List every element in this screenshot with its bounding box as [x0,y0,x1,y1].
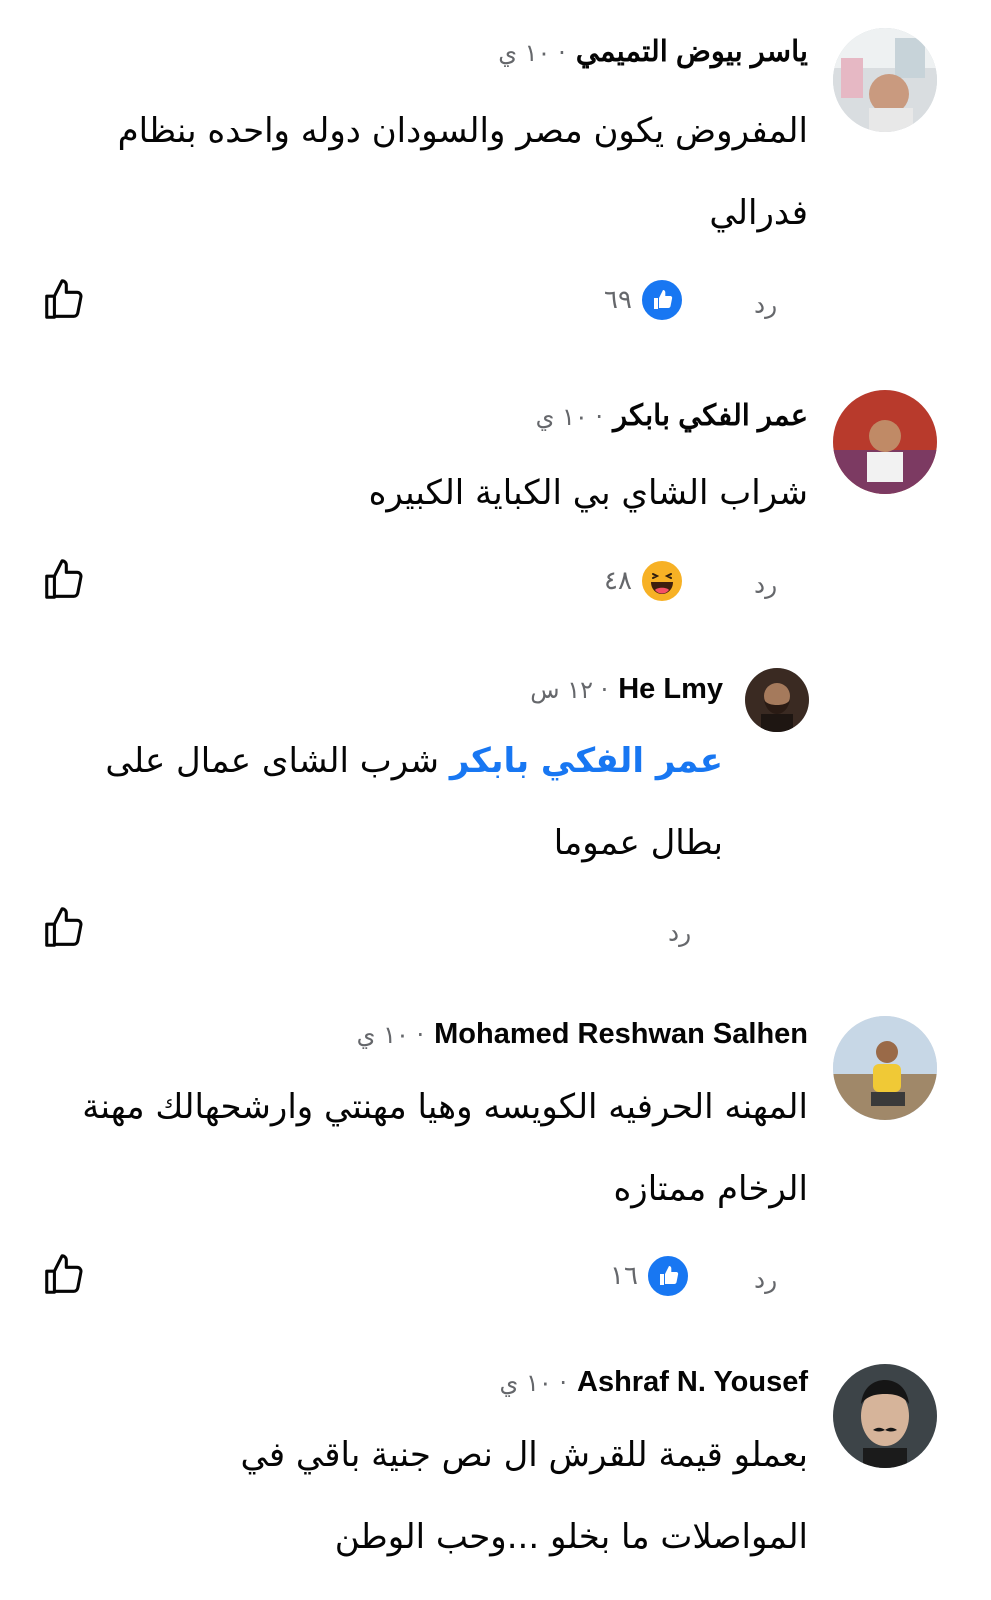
avatar-child-icon [833,390,937,494]
comment-header: Mohamed Reshwan Salhen · ١٠ ي [357,1018,808,1051]
avatar[interactable] [833,1016,937,1120]
reply-button[interactable]: رد [754,290,777,319]
timestamp[interactable]: · ١٠ ي [536,403,603,431]
author-name[interactable]: Ashraf N. Yousef [577,1366,808,1399]
haha-icon [639,559,684,603]
author-name[interactable]: عمر الفكي بابكر [613,398,808,433]
comment-text: بعملو قيمة للقرش ال نص جنية باقي في المو… [240,1435,808,1557]
reaction-count: ١٦ [610,1261,638,1291]
timestamp[interactable]: · ١٠ ي [498,39,565,67]
like-outline-icon[interactable] [41,1252,87,1298]
avatar[interactable] [833,28,937,132]
like-icon [645,1254,690,1298]
avatar-man-room-icon [833,28,937,132]
timestamp[interactable]: · ١٠ ي [357,1021,424,1049]
author-name[interactable]: ياسر بيوض التميمي [576,34,808,69]
avatar[interactable] [833,390,937,494]
comment-text: عمر الفكي بابكر شرب الشاى عمال على بطال … [33,720,723,884]
comment-text: شراب الشاي بي الكباية الكبيره [368,473,808,513]
like-outline-icon[interactable] [41,905,87,951]
reply-button[interactable]: رد [754,570,777,599]
reply-button[interactable]: رد [668,918,691,947]
avatar-bearded-man-icon [745,668,809,732]
reaction-count: ٦٩ [604,285,632,315]
comment-header: He Lmy · ١٢ س [530,673,723,706]
avatar[interactable] [833,1364,937,1468]
timestamp[interactable]: · ١٠ ي [500,1369,567,1397]
reaction-count: ٤٨ [604,566,632,596]
like-icon [639,278,684,322]
author-name[interactable]: He Lmy [618,673,723,706]
avatar-man-mustache-icon [833,1364,937,1468]
comment-text: المفروض يكون مصر والسودان دوله واحده بنظ… [117,111,808,233]
timestamp[interactable]: · ١٢ س [530,676,608,704]
avatar[interactable] [745,668,809,732]
comment-header: عمر الفكي بابكر · ١٠ ي [536,398,808,433]
reaction-summary[interactable]: ٦٩ [604,278,684,322]
comment-header: ياسر بيوض التميمي · ١٠ ي [498,34,808,69]
comment-header: Ashraf N. Yousef · ١٠ ي [500,1366,808,1399]
reply-button[interactable]: رد [754,1265,777,1294]
mention-link[interactable]: عمر الفكي بابكر [450,741,723,781]
avatar-man-yellow-shirt-icon [833,1016,937,1120]
reaction-summary[interactable]: ٤٨ [604,559,684,603]
like-outline-icon[interactable] [41,557,87,603]
author-name[interactable]: Mohamed Reshwan Salhen [434,1018,808,1051]
comment-text: المهنه الحرفيه الكويسه وهيا مهنتي وارشحه… [82,1087,808,1209]
like-outline-icon[interactable] [41,277,87,323]
reaction-summary[interactable]: ١٦ [610,1254,690,1298]
